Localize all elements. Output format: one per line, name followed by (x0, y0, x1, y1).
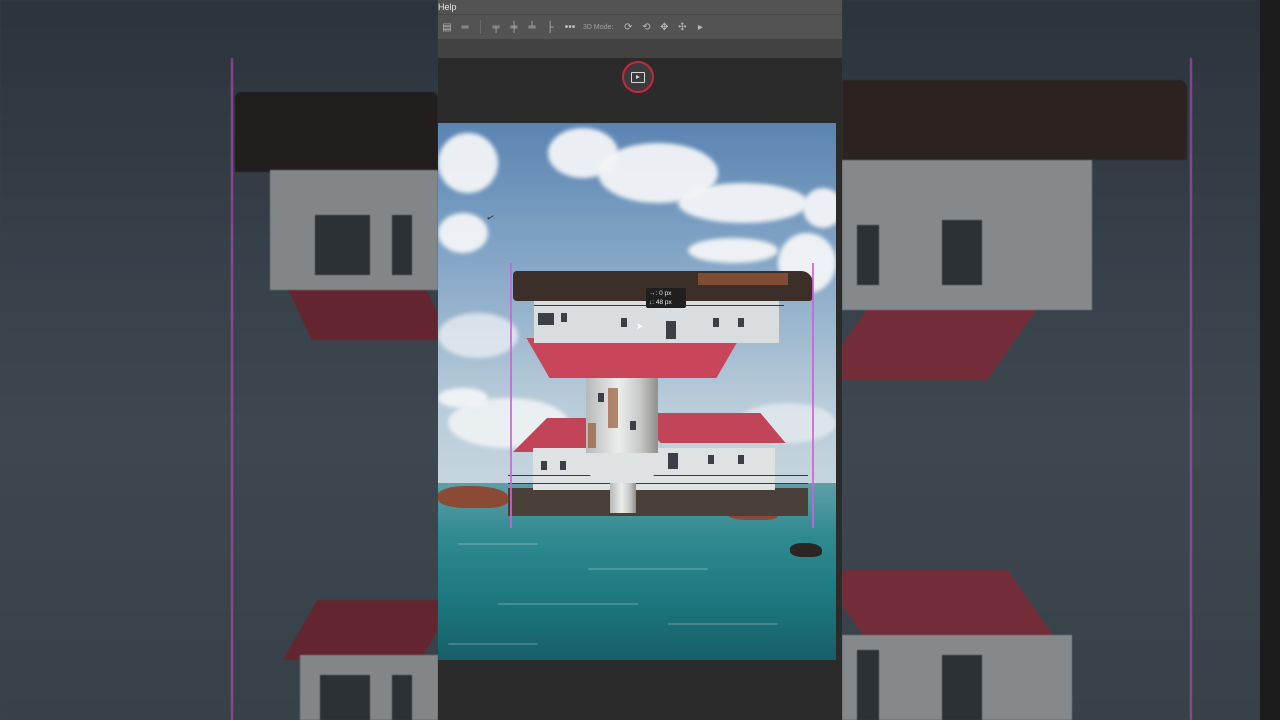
background-right-panel (842, 0, 1280, 720)
menu-bar: Help (438, 0, 842, 14)
align-vertical-centers-icon[interactable]: ╪ (505, 22, 523, 33)
document-tab-bar (438, 39, 842, 58)
options-bar: ▤ ═ ╤ ╪ ╧ ├ ••• 3D Mode: ⟳ ⟲ ✥ ✣ ▸ (438, 14, 842, 39)
dy-arrow-icon: ↓: (649, 299, 655, 306)
guide-line-left (231, 58, 233, 720)
pan-3d-icon[interactable]: ✥ (655, 22, 673, 33)
orbit-3d-icon[interactable]: ⟳ (619, 22, 637, 33)
align-left-edges-icon[interactable]: ▤ (438, 22, 456, 33)
move-cursor-icon: ➤ (636, 321, 644, 331)
more-options-button[interactable]: ••• (559, 22, 581, 33)
scale-3d-icon[interactable]: ▸ (691, 22, 709, 33)
dx-value: 0 px (659, 290, 672, 297)
align-bottom-edges-icon[interactable]: ╧ (523, 22, 541, 33)
slide-3d-icon[interactable]: ✣ (673, 22, 691, 33)
transform-readout: →: 0 px ↓: 48 px (646, 288, 686, 308)
align-left-icon[interactable]: ├ (541, 22, 559, 33)
options-separator (480, 20, 481, 34)
document-canvas[interactable]: ✓ →: 0 px ↓: 48 px ➤ (438, 123, 836, 660)
right-edge-strip (1260, 0, 1280, 720)
guide-line-right (1190, 58, 1192, 720)
background-left-panel (0, 0, 438, 720)
roll-3d-icon[interactable]: ⟲ (637, 22, 655, 33)
3d-mode-label: 3D Mode: (583, 23, 614, 31)
screen-record-button[interactable] (622, 61, 654, 93)
smart-guide-left (510, 263, 512, 528)
menu-help[interactable]: Help (438, 2, 457, 12)
smart-guide-right (812, 263, 814, 528)
screen-record-icon (631, 71, 645, 83)
dx-arrow-icon: →: (649, 290, 658, 297)
dy-value: 48 px (655, 299, 672, 306)
align-horizontal-centers-icon[interactable]: ═ (456, 22, 474, 33)
align-top-edges-icon[interactable]: ╤ (487, 22, 505, 33)
